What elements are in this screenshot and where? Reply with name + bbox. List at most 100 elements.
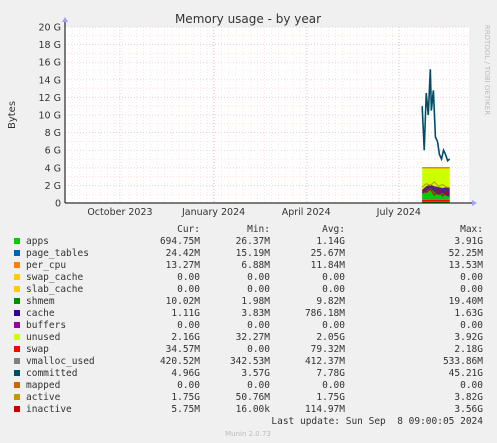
legend-value-max: 0.00 bbox=[460, 272, 483, 283]
legend-swatch bbox=[14, 370, 20, 376]
y-tick-label: 16 G bbox=[39, 58, 61, 69]
legend-value-min: 6.88M bbox=[241, 260, 270, 271]
legend-swatch bbox=[14, 250, 20, 256]
y-tick-label: 6 G bbox=[45, 146, 61, 157]
legend-series-name: swap bbox=[26, 344, 49, 355]
legend-swatch bbox=[14, 406, 20, 412]
legend-value-avg: 79.32M bbox=[311, 344, 346, 355]
legend: Cur: Min: Avg: Max: apps 694.75M 26.37M 1.14G 3.… bbox=[14, 224, 483, 415]
legend-value-max: 3.82G bbox=[454, 392, 483, 403]
legend-series-name: active bbox=[26, 392, 61, 403]
legend-series-name: slab_cache bbox=[26, 284, 83, 295]
legend-swatch bbox=[14, 286, 20, 292]
legend-value-avg: 114.97M bbox=[305, 404, 345, 415]
legend-swatch bbox=[14, 382, 20, 388]
legend-value-cur: 420.52M bbox=[160, 356, 200, 367]
y-tick-label: 14 G bbox=[39, 75, 61, 86]
legend-value-avg: 786.18M bbox=[305, 308, 345, 319]
legend-value-avg: 0.00 bbox=[322, 320, 345, 331]
legend-value-min: 0.00 bbox=[247, 320, 270, 331]
legend-value-cur: 34.57M bbox=[166, 344, 201, 355]
y-axis-arrow bbox=[62, 17, 68, 22]
legend-value-cur: 5.75M bbox=[171, 404, 200, 415]
legend-value-min: 15.19M bbox=[236, 248, 271, 259]
legend-swatch bbox=[14, 274, 20, 280]
legend-value-cur: 10.02M bbox=[166, 296, 201, 307]
y-tick-label: 8 G bbox=[45, 128, 61, 139]
swap-area bbox=[422, 200, 450, 201]
y-tick-label: 20 G bbox=[39, 23, 61, 34]
legend-value-cur: 694.75M bbox=[160, 236, 200, 247]
y-tick-label: 18 G bbox=[39, 40, 61, 51]
x-axis-arrow bbox=[472, 200, 477, 206]
legend-series-name: per_cpu bbox=[26, 260, 66, 271]
legend-series-name: unused bbox=[26, 332, 60, 343]
legend-swatch bbox=[14, 322, 20, 328]
legend-value-max: 45.21G bbox=[449, 368, 484, 379]
legend-value-min: 32.27M bbox=[236, 332, 271, 343]
legend-value-cur: 13.27M bbox=[166, 260, 201, 271]
legend-value-cur: 0.00 bbox=[177, 380, 200, 391]
legend-value-avg: 9.82M bbox=[316, 296, 345, 307]
legend-series-name: page_tables bbox=[26, 248, 89, 259]
legend-swatch bbox=[14, 298, 20, 304]
x-tick-label: January 2024 bbox=[181, 207, 245, 218]
legend-value-min: 16.00k bbox=[236, 404, 271, 415]
legend-swatch bbox=[14, 394, 20, 400]
legend-value-min: 3.83M bbox=[241, 308, 270, 319]
y-tick-label: 10 G bbox=[39, 111, 61, 122]
legend-value-avg: 0.00 bbox=[322, 272, 345, 283]
legend-value-cur: 1.75G bbox=[171, 392, 200, 403]
legend-value-max: 52.25M bbox=[449, 248, 484, 259]
legend-value-min: 26.37M bbox=[236, 236, 271, 247]
legend-value-cur: 2.16G bbox=[171, 332, 200, 343]
legend-value-cur: 0.00 bbox=[177, 272, 200, 283]
x-tick-label: April 2024 bbox=[282, 207, 331, 218]
legend-value-min: 0.00 bbox=[247, 272, 270, 283]
legend-value-max: 0.00 bbox=[460, 320, 483, 331]
legend-value-max: 533.86M bbox=[443, 356, 483, 367]
munin-footer: Munin 2.0.73 bbox=[225, 430, 271, 438]
y-tick-label: 2 G bbox=[45, 181, 61, 192]
legend-value-max: 19.40M bbox=[449, 296, 484, 307]
y-tick-label: 0 bbox=[55, 199, 61, 210]
legend-header: Avg: bbox=[322, 224, 345, 235]
legend-header: Max: bbox=[460, 224, 483, 235]
legend-value-avg: 2.05G bbox=[316, 332, 345, 343]
legend-value-max: 3.91G bbox=[454, 236, 483, 247]
legend-value-min: 0.00 bbox=[247, 344, 270, 355]
legend-series-name: shmem bbox=[26, 296, 55, 307]
x-tick-label: October 2023 bbox=[87, 207, 152, 218]
legend-value-cur: 24.42M bbox=[166, 248, 201, 259]
legend-value-min: 1.98M bbox=[241, 296, 270, 307]
y-tick-label: 4 G bbox=[45, 163, 61, 174]
legend-value-min: 50.76M bbox=[236, 392, 271, 403]
legend-series-name: vmalloc_used bbox=[26, 356, 95, 367]
legend-value-max: 0.00 bbox=[460, 284, 483, 295]
legend-value-avg: 412.37M bbox=[305, 356, 345, 367]
legend-swatch bbox=[14, 334, 20, 340]
legend-value-cur: 0.00 bbox=[177, 284, 200, 295]
legend-swatch bbox=[14, 238, 20, 244]
legend-value-avg: 25.67M bbox=[311, 248, 346, 259]
legend-value-avg: 0.00 bbox=[322, 284, 345, 295]
rrdtool-side-label: RRDTOOL / TOBI OETIKER bbox=[483, 25, 491, 115]
legend-series-name: apps bbox=[26, 236, 49, 247]
legend-swatch bbox=[14, 358, 20, 364]
legend-value-max: 13.53M bbox=[449, 260, 484, 271]
legend-value-avg: 0.00 bbox=[322, 380, 345, 391]
legend-value-max: 3.56G bbox=[454, 404, 483, 415]
y-tick-label: 12 G bbox=[39, 93, 61, 104]
legend-value-cur: 0.00 bbox=[177, 320, 200, 331]
legend-value-max: 2.18G bbox=[454, 344, 483, 355]
legend-value-cur: 1.11G bbox=[171, 308, 200, 319]
last-update: Last update: Sun Sep 8 09:00:05 2024 bbox=[271, 416, 483, 427]
legend-value-max: 1.63G bbox=[454, 308, 483, 319]
legend-value-min: 342.53M bbox=[230, 356, 270, 367]
legend-value-avg: 1.75G bbox=[316, 392, 345, 403]
legend-swatch bbox=[14, 310, 20, 316]
chart-title: Memory usage - by year bbox=[175, 12, 321, 26]
legend-swatch bbox=[14, 262, 20, 268]
memory-usage-chart: Memory usage - by year Bytes RRDTOOL / T… bbox=[7, 12, 491, 438]
legend-value-avg: 11.84M bbox=[311, 260, 346, 271]
